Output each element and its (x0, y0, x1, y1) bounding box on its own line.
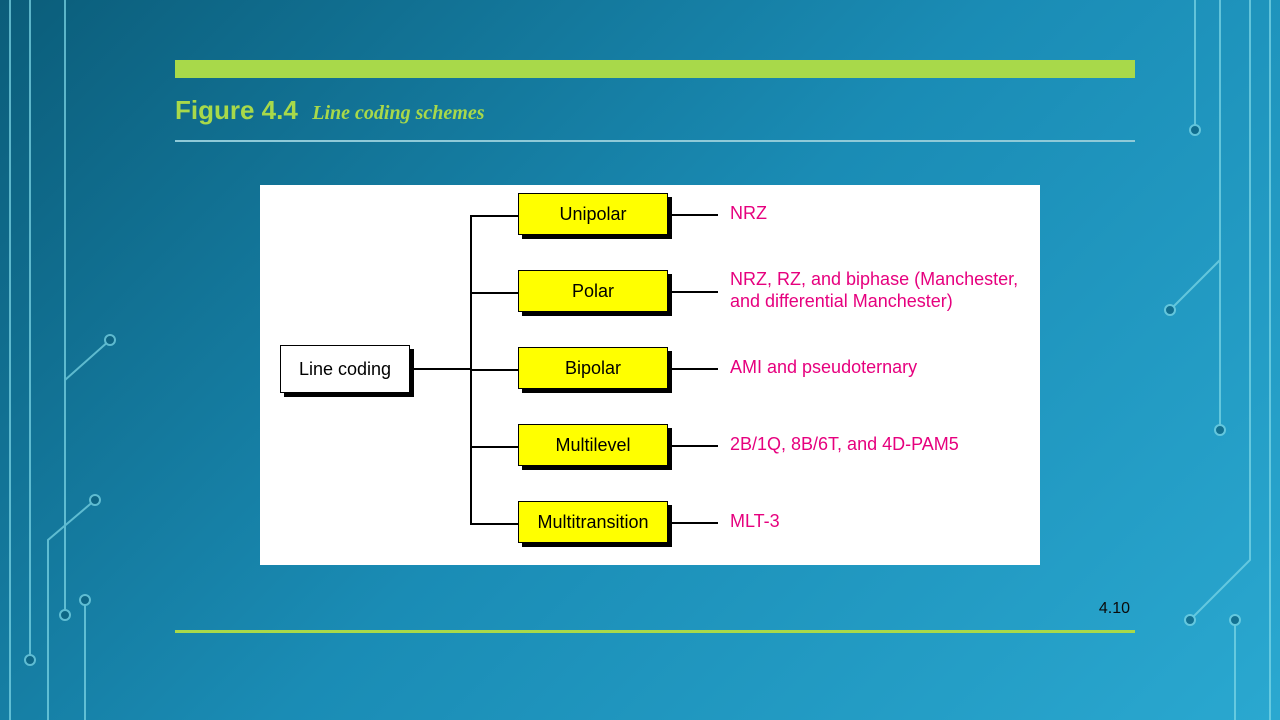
branch-box-multilevel: Multilevel (518, 424, 668, 466)
title-subtitle: Line coding schemes (312, 102, 484, 124)
connector (470, 292, 518, 294)
divider-top (175, 140, 1135, 142)
connector (410, 368, 470, 370)
branch-box-unipolar: Unipolar (518, 193, 668, 235)
connector (470, 369, 518, 371)
branch-desc-unipolar: NRZ (730, 203, 767, 225)
branch-label: Multitransition (537, 512, 648, 533)
connector (668, 522, 718, 524)
root-box: Line coding (280, 345, 410, 393)
branch-box-multitransition: Multitransition (518, 501, 668, 543)
branch-desc-bipolar: AMI and pseudoternary (730, 357, 917, 379)
branch-box-bipolar: Bipolar (518, 347, 668, 389)
connector (668, 445, 718, 447)
page-number: 4.10 (1099, 600, 1130, 618)
branch-desc-multitransition: MLT-3 (730, 511, 780, 533)
branch-label: Bipolar (565, 358, 621, 379)
figure-title: Figure 4.4 Line coding schemes (175, 95, 485, 126)
branch-box-polar: Polar (518, 270, 668, 312)
connector (470, 523, 518, 525)
branch-desc-multilevel: 2B/1Q, 8B/6T, and 4D-PAM5 (730, 434, 959, 456)
root-label: Line coding (299, 359, 391, 380)
title-prefix: Figure 4.4 (175, 95, 298, 125)
diagram-canvas: Line coding Unipolar NRZ Polar NRZ, RZ, … (260, 185, 1040, 565)
connector (668, 291, 718, 293)
branch-desc-polar: NRZ, RZ, and biphase (Manchester, and di… (730, 269, 1030, 312)
connector (470, 215, 518, 217)
branch-label: Unipolar (559, 204, 626, 225)
connector (470, 446, 518, 448)
accent-bar (175, 60, 1135, 78)
divider-bottom (175, 630, 1135, 633)
branch-label: Multilevel (555, 435, 630, 456)
connector (668, 214, 718, 216)
branch-label: Polar (572, 281, 614, 302)
connector (668, 368, 718, 370)
